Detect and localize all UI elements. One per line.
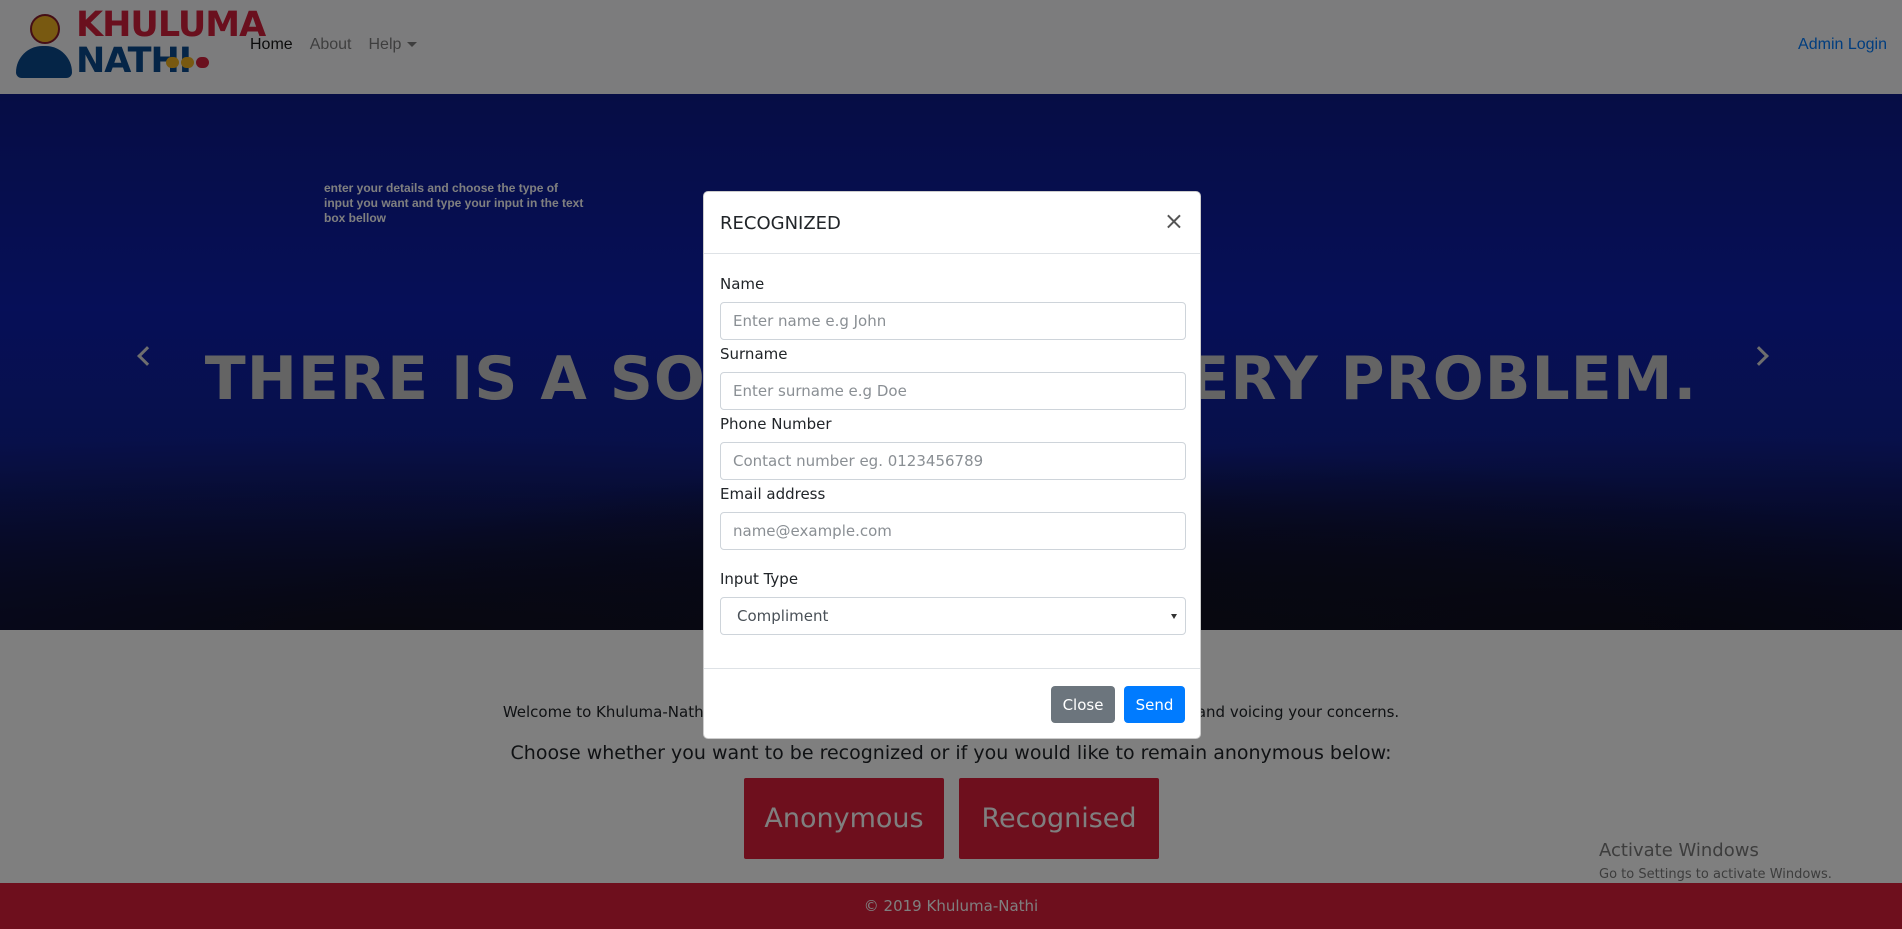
recognized-modal: RECOGNIZED × Name Surname Phone Number E… [703,191,1201,739]
input-type-select[interactable]: Compliment [720,597,1186,635]
close-icon[interactable]: × [1164,209,1184,233]
modal-header: RECOGNIZED × [704,192,1200,254]
chevron-down-icon [1171,614,1177,619]
close-button[interactable]: Close [1051,686,1115,723]
name-input[interactable] [720,302,1186,340]
input-type-label: Input Type [720,570,799,588]
send-button[interactable]: Send [1124,686,1185,723]
email-label: Email address [720,485,826,503]
modal-title: RECOGNIZED [720,213,841,234]
phone-input[interactable] [720,442,1186,480]
surname-label: Surname [720,345,788,363]
phone-label: Phone Number [720,415,832,433]
modal-footer: Close Send [704,668,1200,738]
input-type-value: Compliment [737,607,829,625]
name-label: Name [720,275,765,293]
surname-input[interactable] [720,372,1186,410]
email-input[interactable] [720,512,1186,550]
